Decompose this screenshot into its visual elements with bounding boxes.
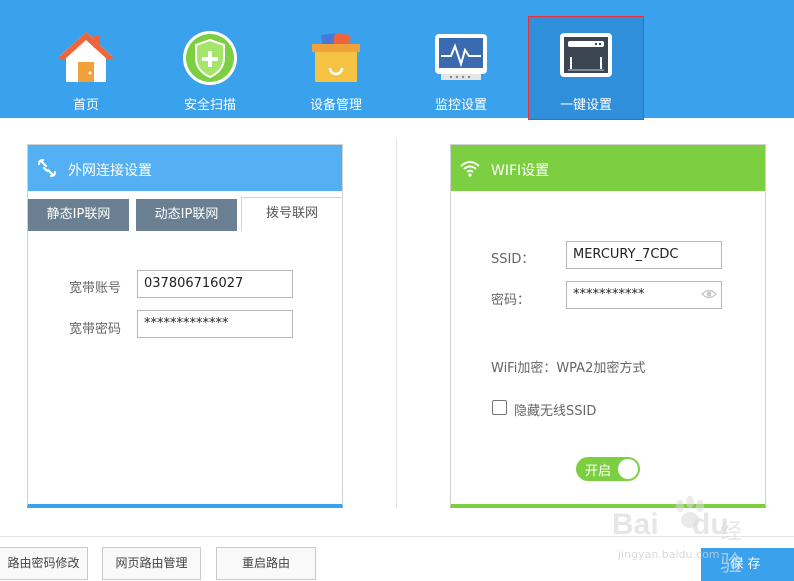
wifi-encryption-text: WiFi加密：WPA2加密方式 xyxy=(491,361,646,376)
nav-item-one-click-setup[interactable]: 一键设置 xyxy=(528,16,644,120)
wan-panel-header: 外网连接设置 xyxy=(28,145,342,191)
wifi-settings-panel: WIFI设置 SSID： MERCURY_7CDC 密码： **********… xyxy=(450,144,766,508)
panel-divider xyxy=(396,138,397,508)
nav-item-security-scan[interactable]: 安全扫描 xyxy=(153,18,267,118)
broadband-password-input[interactable]: ************* xyxy=(137,310,293,338)
ssid-label: SSID： xyxy=(491,252,535,267)
nav-item-monitor-settings[interactable]: 监控设置 xyxy=(404,18,518,118)
wifi-password-input[interactable]: *********** xyxy=(566,281,722,309)
top-nav-bar: 首页 安全扫描 设备管理 监控设置 一键设置 xyxy=(0,0,794,120)
baidu-jingyan-watermark: Bai du 经验 jingyan.baidu.com xyxy=(612,492,762,577)
nav-item-home[interactable]: 首页 xyxy=(29,18,143,118)
home-icon xyxy=(58,32,114,82)
toggle-label: 开启 xyxy=(585,464,612,479)
shield-icon xyxy=(183,31,237,85)
wan-tabs: 静态IP联网 动态IP联网 拨号联网 xyxy=(28,197,343,231)
web-router-management-button[interactable]: 网页路由管理 xyxy=(102,547,201,580)
toggle-knob xyxy=(618,459,638,479)
wifi-panel-title: WIFI设置 xyxy=(491,163,550,179)
restart-router-button[interactable]: 重启路由 xyxy=(216,547,316,580)
watermark-jingyan: 经验 xyxy=(720,520,743,577)
watermark-brand: Bai xyxy=(612,508,659,541)
wifi-icon xyxy=(460,161,480,177)
wifi-password-label: 密码： xyxy=(491,293,531,308)
nav-label-home: 首页 xyxy=(72,98,99,113)
hide-ssid-label: 隐藏无线SSID xyxy=(514,404,597,419)
nav-label-monitor-settings: 监控设置 xyxy=(434,98,487,113)
wan-settings-panel: 外网连接设置 静态IP联网 动态IP联网 拨号联网 宽带账号 037806716… xyxy=(27,144,343,508)
wan-panel-title: 外网连接设置 xyxy=(68,163,152,179)
nav-label-security-scan: 安全扫描 xyxy=(183,98,236,113)
nav-label-one-click-setup: 一键设置 xyxy=(559,98,612,113)
tab-static-ip[interactable]: 静态IP联网 xyxy=(28,199,129,231)
hide-ssid-checkbox[interactable] xyxy=(492,400,507,415)
nav-label-device-management: 设备管理 xyxy=(309,98,362,113)
tab-pppoe-dialup[interactable]: 拨号联网 xyxy=(241,197,343,231)
router-icon xyxy=(560,33,612,77)
device-box-icon xyxy=(312,32,360,82)
monitor-icon xyxy=(435,34,487,80)
wifi-enable-toggle[interactable]: 开启 xyxy=(576,457,640,481)
nav-item-device-management[interactable]: 设备管理 xyxy=(279,18,393,118)
broadband-account-label: 宽带账号 xyxy=(69,281,122,296)
link-icon xyxy=(37,158,57,178)
broadband-password-label: 宽带密码 xyxy=(69,322,122,337)
wifi-panel-header: WIFI设置 xyxy=(451,145,765,191)
tab-dynamic-ip[interactable]: 动态IP联网 xyxy=(136,199,237,231)
eye-icon[interactable] xyxy=(701,288,717,300)
ssid-input[interactable]: MERCURY_7CDC xyxy=(566,241,722,269)
broadband-account-input[interactable]: 037806716027 xyxy=(137,270,293,298)
router-password-change-button[interactable]: 路由密码修改 xyxy=(0,547,88,580)
watermark-url: jingyan.baidu.com xyxy=(618,548,720,561)
